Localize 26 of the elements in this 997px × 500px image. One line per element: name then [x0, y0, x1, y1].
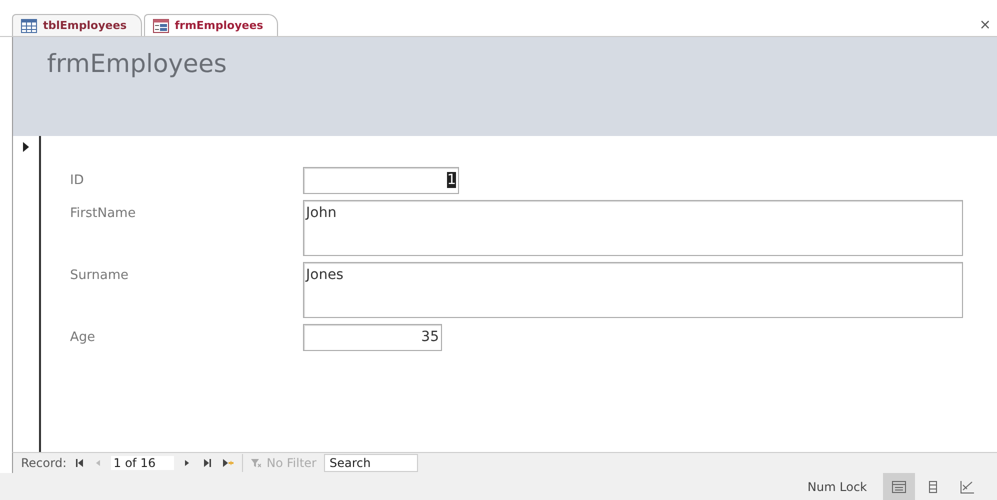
- field-label: ID: [70, 172, 85, 188]
- close-button[interactable]: ×: [973, 17, 997, 36]
- field-label: Surname: [70, 267, 130, 283]
- current-record-icon: [22, 141, 30, 153]
- record-position-field[interactable]: 1 of 16: [110, 456, 174, 470]
- document-tab[interactable]: tblEmployees: [12, 14, 142, 36]
- input-field[interactable]: Jones: [303, 262, 963, 318]
- form-title: frmEmployees: [47, 49, 227, 78]
- status-text: Num Lock: [808, 480, 867, 494]
- record-label: Record:: [21, 456, 67, 470]
- form-view-icon: [891, 480, 907, 494]
- design-view-icon: [959, 480, 975, 494]
- field-label: FirstName: [70, 205, 137, 221]
- new-record-icon[interactable]: [222, 459, 234, 467]
- first-record-icon[interactable]: [74, 459, 85, 467]
- form-view-button[interactable]: [883, 473, 915, 500]
- input-field[interactable]: 1: [303, 167, 459, 194]
- input-field[interactable]: 35: [303, 324, 442, 351]
- last-record-icon[interactable]: [202, 459, 214, 467]
- table-icon: [21, 18, 37, 32]
- input-field[interactable]: John: [303, 200, 963, 256]
- search-field[interactable]: Search: [324, 454, 418, 472]
- form-icon: [152, 18, 169, 32]
- field-label: Age: [70, 329, 96, 345]
- filter-icon: [250, 458, 261, 468]
- document-tab[interactable]: frmEmployees: [144, 14, 278, 36]
